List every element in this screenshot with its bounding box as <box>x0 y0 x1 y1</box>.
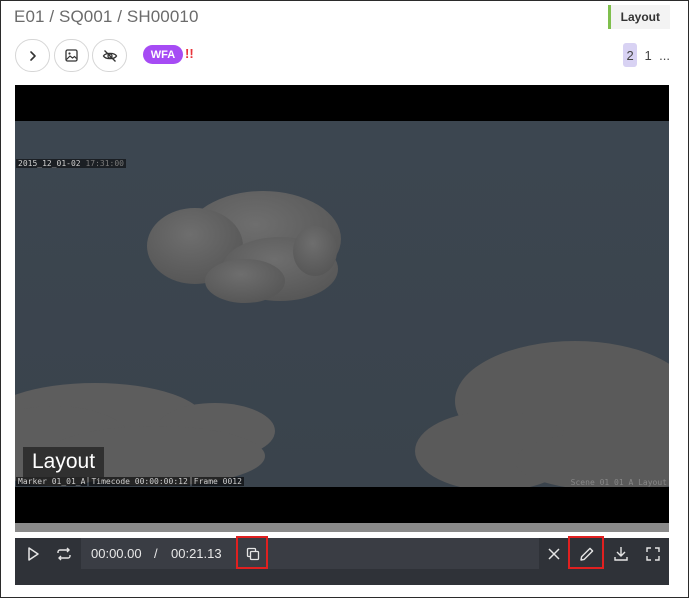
thumbnail-button[interactable] <box>54 39 89 72</box>
burn-in-info: Marker 01_01_A Timecode 00:00:00:12 Fram… <box>16 477 244 486</box>
repeat-icon <box>57 547 71 561</box>
breadcrumb: E01 / SQ001 / SH00010 <box>14 7 199 26</box>
revision-pagination: 2 1 ... <box>623 43 670 67</box>
current-time: 00:00.00 <box>91 546 142 561</box>
fullscreen-button[interactable] <box>641 542 665 566</box>
download-button[interactable] <box>609 542 633 566</box>
hide-button[interactable] <box>92 39 127 72</box>
revision-more[interactable]: ... <box>659 43 670 67</box>
close-icon <box>548 548 560 560</box>
revision-current[interactable]: 2 <box>623 43 638 67</box>
burn-in-timecode: Timecode 00:00:00:12 <box>89 477 190 486</box>
play-icon <box>28 547 39 561</box>
chevron-right-icon <box>29 50 36 61</box>
task-type-tag[interactable]: Layout <box>607 5 670 29</box>
status-badge[interactable]: WFA <box>143 45 183 64</box>
priority-indicator: !! <box>185 46 194 61</box>
close-button[interactable] <box>542 542 566 566</box>
time-separator: / <box>154 546 158 561</box>
time-display: 00:00.00 / 00:21.13 <box>81 538 539 569</box>
total-time: 00:21.13 <box>171 546 222 561</box>
eye-off-icon <box>102 49 117 62</box>
letterbox-bottom <box>15 487 669 523</box>
image-icon <box>65 49 78 62</box>
burn-in-time-value: 17:31:00 <box>85 159 124 168</box>
video-frame[interactable]: 2015_12_01-02 17:31:00 <box>15 121 669 487</box>
burn-in-frame: Frame 0012 <box>191 477 244 486</box>
progress-bar[interactable] <box>15 523 669 532</box>
loop-button[interactable] <box>52 542 76 566</box>
player-controls: 00:00.00 / 00:21.13 <box>15 532 669 585</box>
annotate-highlight <box>568 536 604 569</box>
video-player: 2015_12_01-02 17:31:00 Layout Marker 01_… <box>15 85 669 585</box>
fullscreen-icon <box>646 547 660 561</box>
play-button[interactable] <box>21 542 45 566</box>
task-overlay-label: Layout <box>23 447 105 477</box>
download-icon <box>614 547 628 561</box>
burn-in-scene: Scene 01 01 A Layout <box>570 478 667 487</box>
shot-preview-panel: E01 / SQ001 / SH00010 Layout WFA !! 2 1 … <box>0 0 689 598</box>
next-button[interactable] <box>15 39 50 72</box>
burn-in-marker: Marker 01_01_A <box>16 477 88 486</box>
compare-highlight <box>236 536 268 569</box>
revision-item[interactable]: 1 <box>641 43 655 67</box>
burn-in-date-value: 2015_12_01-02 <box>18 159 81 168</box>
burn-in-date: 2015_12_01-02 17:31:00 <box>16 159 126 168</box>
cloud-scene-image <box>15 121 669 487</box>
